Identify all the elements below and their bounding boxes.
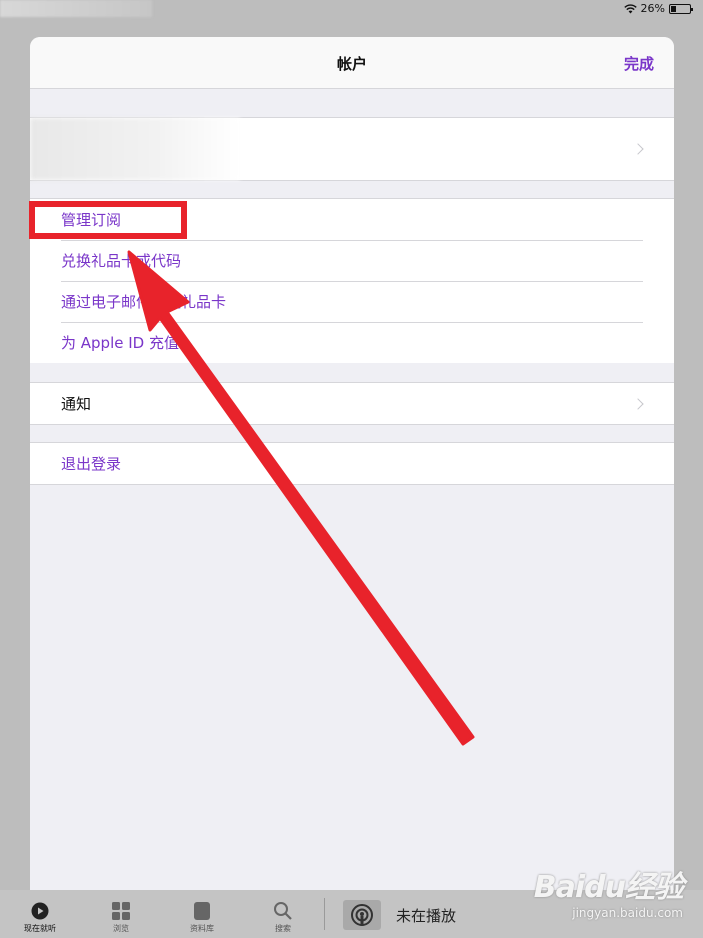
tab-search[interactable]: 搜索 [253,902,313,934]
watermark-url: jingyan.baidu.com [572,906,683,920]
tab-label: 浏览 [113,924,129,933]
redeem-gift-card-link[interactable]: 兑换礼品卡或代码 [30,240,674,281]
account-sheet: 帐户 完成 管理订阅 兑换礼品卡或代码 通过电子邮件发送礼品卡 为 Apple … [30,37,674,901]
tab-label: 现在就听 [24,924,56,933]
watermark-brand: Baidu经验 [533,870,684,905]
podcast-icon [351,904,373,926]
tab-listen-now[interactable]: 现在就听 [10,902,70,934]
battery-icon [669,3,693,14]
send-gift-card-email-link[interactable]: 通过电子邮件发送礼品卡 [30,281,674,322]
grid-icon [112,902,130,920]
sign-out-button[interactable]: 退出登录 [30,443,674,484]
status-indicators: 26% [623,2,693,15]
apple-id-row[interactable] [30,118,674,180]
tab-browse[interactable]: 浏览 [91,902,151,934]
sign-out-group: 退出登录 [30,442,674,485]
tab-label: 搜索 [275,924,291,933]
search-icon [274,902,292,920]
annotation-highlight-box [29,201,187,239]
tab-label: 资料库 [190,924,214,933]
notifications-group: 通知 [30,382,674,425]
chevron-right-icon [632,397,644,410]
nav-bar: 帐户 完成 [30,37,674,89]
now-playing-artwork[interactable] [343,900,381,930]
account-info-blurred [30,118,240,180]
done-button[interactable]: 完成 [624,53,654,74]
tab-divider [324,898,325,930]
page-title: 帐户 [336,55,367,73]
library-icon [194,902,210,920]
notifications-label: 通知 [61,395,92,413]
tab-library[interactable]: 资料库 [172,902,232,934]
status-bar: 26% [0,0,703,18]
add-funds-link[interactable]: 为 Apple ID 充值 [30,322,674,363]
wifi-icon [623,3,637,13]
account-group [30,117,674,181]
battery-percent: 26% [640,2,665,15]
now-playing-title: 未在播放 [396,907,457,925]
baidu-watermark: Baidu经验 jingyan.baidu.com [533,862,684,920]
chevron-right-icon [632,143,644,155]
play-circle-icon [31,902,49,920]
status-time-blurred [0,0,152,17]
notifications-row[interactable]: 通知 [30,383,674,424]
